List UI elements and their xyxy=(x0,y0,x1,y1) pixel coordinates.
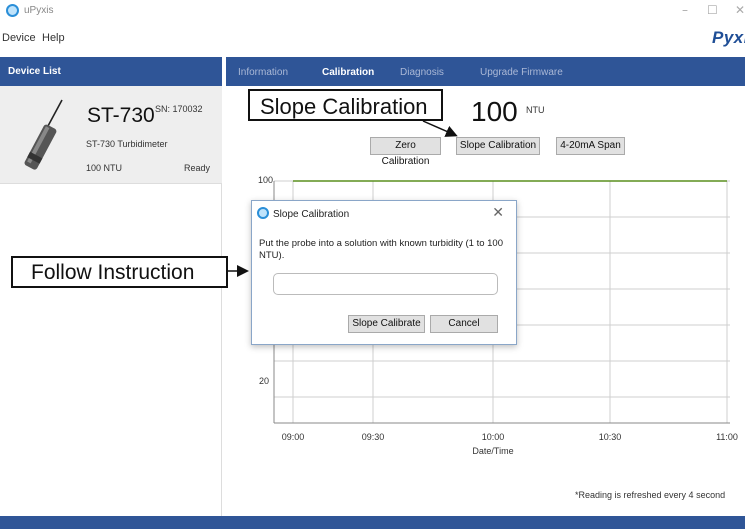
close-icon[interactable]: ✕ xyxy=(492,205,504,221)
menu-bar: Device Help Pyxi xyxy=(0,22,745,52)
close-window-icon[interactable]: ✕ xyxy=(735,3,745,17)
device-list-header: Device List xyxy=(0,57,222,86)
menu-help[interactable]: Help xyxy=(42,32,65,44)
dialog-title: Slope Calibration xyxy=(273,209,350,220)
zero-calibration-button[interactable]: Zero Calibration xyxy=(370,137,441,167)
y-tick-label: 20 xyxy=(259,376,269,386)
refresh-footnote: *Reading is refreshed every 4 second xyxy=(575,490,726,500)
device-status: Ready xyxy=(184,163,211,173)
device-list-title: Device List xyxy=(8,66,61,77)
device-name: ST-730 Turbidimeter xyxy=(86,139,168,149)
x-tick-label: 09:30 xyxy=(362,432,385,442)
callout-slope-calibration: Slope Calibration xyxy=(248,89,443,121)
dialog-message: Put the probe into a solution with known… xyxy=(259,238,503,261)
minimize-icon[interactable]: – xyxy=(682,3,688,17)
callout-arrow xyxy=(422,120,458,137)
slope-calibration-button[interactable]: Slope Calibration xyxy=(456,137,540,155)
cancel-button[interactable]: Cancel xyxy=(430,315,498,333)
tab-upgrade-firmware[interactable]: Upgrade Firmware xyxy=(480,67,563,78)
app-title: uPyxis xyxy=(24,5,54,16)
status-bar xyxy=(0,516,745,529)
reading-unit: NTU xyxy=(526,105,545,115)
tab-bar: Information Calibration Diagnosis Upgrad… xyxy=(226,57,745,86)
reading-value: 100 xyxy=(471,96,518,127)
tab-calibration[interactable]: Calibration xyxy=(322,67,374,78)
y-tick-label: 100 xyxy=(258,175,273,185)
device-reading: 100 NTU xyxy=(86,163,123,173)
device-model: ST-730 xyxy=(87,104,155,127)
tab-diagnosis[interactable]: Diagnosis xyxy=(400,67,444,78)
app-logo-icon xyxy=(6,4,19,17)
probe-icon xyxy=(24,99,63,170)
maximize-icon[interactable]: ☐ xyxy=(707,3,718,17)
device-list-panel: ST-730 SN: 170032 ST-730 Turbidimeter 10… xyxy=(0,86,222,516)
x-tick-label: 11:00 xyxy=(716,432,738,442)
callout-follow-instruction: Follow Instruction xyxy=(11,256,228,288)
x-tick-label: 09:00 xyxy=(282,432,305,442)
x-tick-label: 10:30 xyxy=(599,432,622,442)
x-tick-label: 10:00 xyxy=(482,432,505,442)
dialog-app-icon xyxy=(257,207,269,219)
title-bar: uPyxis – ☐ ✕ xyxy=(0,0,745,22)
slope-calibration-dialog: Slope Calibration ✕ Put the probe into a… xyxy=(251,200,517,345)
tab-information[interactable]: Information xyxy=(238,67,288,78)
slope-calibrate-button[interactable]: Slope Calibrate xyxy=(348,315,425,333)
brand-logo: Pyxi xyxy=(712,28,745,47)
turbidity-input[interactable] xyxy=(273,273,498,295)
menu-device[interactable]: Device xyxy=(2,32,36,44)
device-serial: SN: 170032 xyxy=(155,104,203,114)
span-button[interactable]: 4-20mA Span xyxy=(556,137,625,155)
device-card[interactable]: ST-730 SN: 170032 ST-730 Turbidimeter 10… xyxy=(0,86,222,184)
x-tick-labels: 09:00 09:30 10:00 10:30 11:00 xyxy=(282,432,738,442)
x-axis-label: Date/Time xyxy=(472,446,513,456)
